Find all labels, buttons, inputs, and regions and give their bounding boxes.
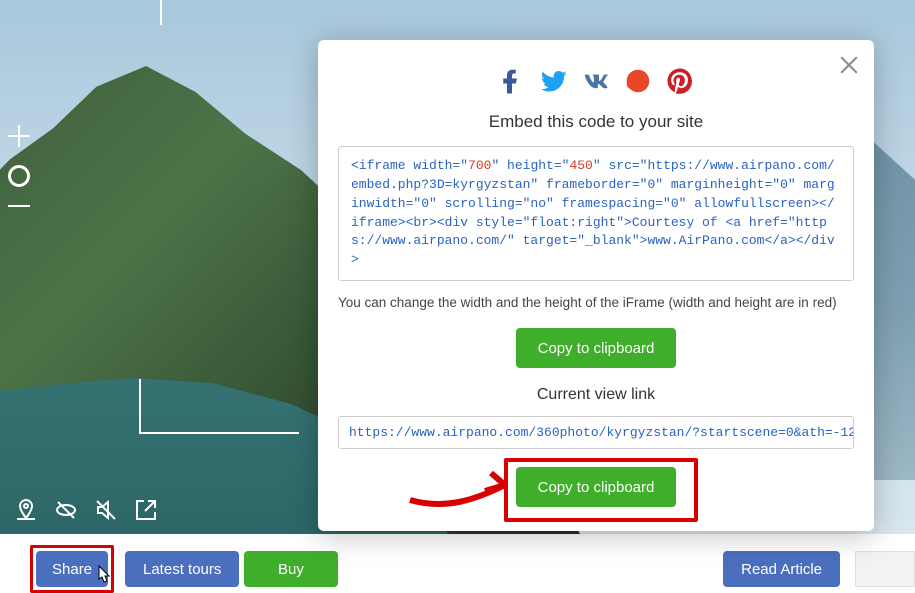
view-link-box[interactable]: https://www.airpano.com/360photo/kyrgyzs… [338,416,854,449]
mute-icon[interactable] [94,498,118,522]
facebook-icon[interactable] [497,66,527,96]
viewer-toolbar [14,498,158,522]
buy-button[interactable]: Buy [244,551,338,587]
share-button[interactable]: Share [36,551,108,587]
link-title: Current view link [338,386,854,404]
latest-tours-button[interactable]: Latest tours [125,551,239,587]
copy-link-button[interactable]: Copy to clipboard [516,467,677,507]
zoom-control [8,125,30,207]
zoom-slider-knob[interactable] [8,165,30,187]
social-row [338,66,854,96]
embed-hint: You can change the width and the height … [338,295,854,310]
auto-rotate-icon[interactable] [54,498,78,522]
map-pin-icon[interactable] [14,498,38,522]
share-icon[interactable] [134,498,158,522]
close-button[interactable] [838,54,860,76]
share-highlight: Share [30,545,114,593]
code-height: 450 [569,158,592,173]
code-text: " src="https://www.airpano.com/embed.php… [351,158,835,267]
crop-mark [160,0,162,25]
vk-icon[interactable] [581,66,611,96]
twitter-icon[interactable] [539,66,569,96]
crop-mark [139,379,141,434]
read-article-button[interactable]: Read Article [723,551,840,587]
side-panel-stub [855,551,915,587]
zoom-in-button[interactable] [8,125,30,147]
code-width: 700 [468,158,491,173]
share-modal: Embed this code to your site <iframe wid… [318,40,874,531]
crop-mark [139,432,299,434]
code-text: " height=" [491,158,569,173]
embed-code-box[interactable]: <iframe width="700" height="450" src="ht… [338,146,854,281]
pinterest-icon[interactable] [665,66,695,96]
embed-title: Embed this code to your site [338,112,854,132]
code-text: <iframe width=" [351,158,468,173]
copy-embed-button[interactable]: Copy to clipboard [516,328,677,368]
zoom-out-button[interactable] [8,205,30,207]
stumbleupon-icon[interactable] [623,66,653,96]
